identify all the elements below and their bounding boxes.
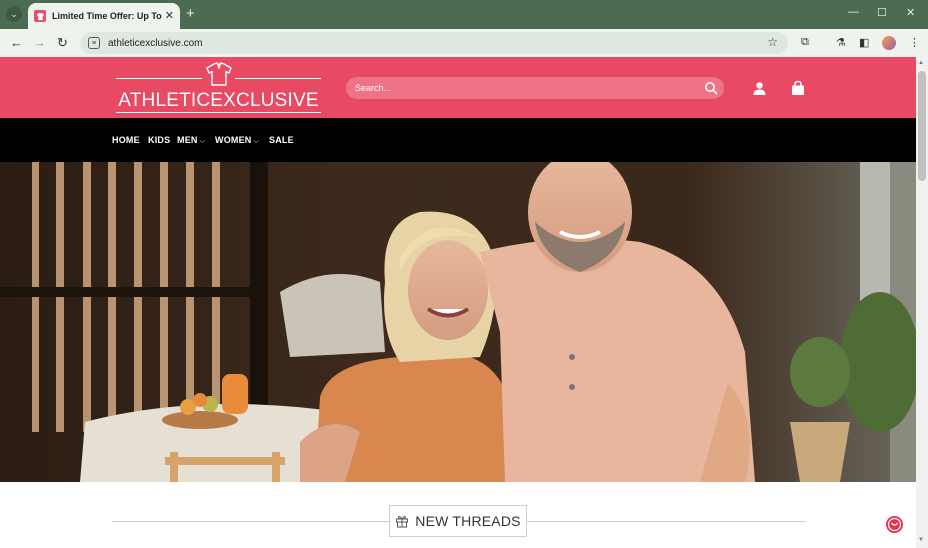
chat-icon[interactable] xyxy=(886,516,903,533)
shirt-icon xyxy=(206,62,232,86)
scroll-up-icon[interactable]: ▲ xyxy=(918,60,924,66)
reload-icon[interactable]: ↻ xyxy=(57,35,68,51)
tab-search-icon[interactable]: ⌄ xyxy=(6,6,22,22)
tab-favicon-icon xyxy=(34,10,46,22)
profile-avatar[interactable] xyxy=(882,36,896,50)
main-nav: HOME KIDS MEN ⌵ WOMEN ⌵ SALE xyxy=(0,118,916,162)
search-input[interactable] xyxy=(353,82,683,94)
scroll-down-icon[interactable]: ▼ xyxy=(918,537,924,543)
site-logo[interactable]: ATHLETICEXCLUSIVE xyxy=(116,62,321,114)
browser-tabbar: ⌄ Limited Time Offer: Up To 64% ✕ + — ☐ … xyxy=(0,0,928,29)
labs-icon[interactable]: ⚗ xyxy=(836,36,846,49)
web-page: ATHLETICEXCLUSIVE HOME KIDS MEN⌵ WOMEN⌵ … xyxy=(0,57,916,548)
section-heading: NEW THREADS xyxy=(0,503,916,543)
browser-toolbar: ← → ↻ ≡ athleticexclusive.com ☆ ⧉ ⚗ ◧ ⋮ xyxy=(0,29,928,57)
gift-icon xyxy=(396,516,409,528)
back-icon[interactable]: ← xyxy=(10,35,23,50)
forward-icon[interactable]: → xyxy=(33,35,46,50)
address-bar[interactable]: ≡ athleticexclusive.com ☆ xyxy=(80,32,788,54)
chevron-down-icon: ⌵ xyxy=(199,138,206,145)
section-title-text: NEW THREADS xyxy=(415,513,521,529)
nav-kids[interactable]: KIDS xyxy=(148,135,170,145)
logo-text: ATHLETICEXCLUSIVE xyxy=(118,90,319,111)
sidepanel-icon[interactable]: ◧ xyxy=(859,36,869,49)
hero-banner-image[interactable] xyxy=(0,162,916,482)
browser-tab[interactable]: Limited Time Offer: Up To 64% ✕ xyxy=(28,3,180,29)
maximize-icon[interactable]: ☐ xyxy=(877,6,887,19)
user-icon[interactable] xyxy=(752,81,767,96)
url-text[interactable]: athleticexclusive.com xyxy=(108,38,202,49)
site-info-icon[interactable]: ≡ xyxy=(88,37,100,49)
page-scrollbar[interactable]: ▲ ▼ xyxy=(916,57,928,548)
hero-photo xyxy=(0,162,916,482)
bag-icon[interactable] xyxy=(790,80,806,96)
nav-men-label: MEN xyxy=(177,135,198,145)
extensions-icon[interactable]: ⧉ xyxy=(801,36,809,49)
nav-men[interactable]: MEN ⌵ xyxy=(177,135,205,146)
nav-sale[interactable]: SALE xyxy=(269,135,294,145)
window-close-icon[interactable]: ✕ xyxy=(906,6,915,19)
nav-women[interactable]: WOMEN ⌵ xyxy=(215,135,259,146)
tab-title: Limited Time Offer: Up To 64% xyxy=(52,11,164,21)
search-icon[interactable] xyxy=(704,81,718,95)
new-tab-button[interactable]: + xyxy=(186,5,195,22)
bookmark-star-icon[interactable]: ☆ xyxy=(767,35,778,49)
scroll-thumb[interactable] xyxy=(918,71,926,181)
nav-home[interactable]: HOME xyxy=(112,135,140,145)
chevron-down-icon: ⌵ xyxy=(253,138,260,145)
search-bar[interactable] xyxy=(346,77,724,99)
site-header: ATHLETICEXCLUSIVE xyxy=(0,57,916,118)
tab-close-icon[interactable]: ✕ xyxy=(165,9,174,22)
minimize-icon[interactable]: — xyxy=(848,6,859,18)
menu-kebab-icon[interactable]: ⋮ xyxy=(909,36,920,49)
nav-women-label: WOMEN xyxy=(215,135,252,145)
new-threads-title[interactable]: NEW THREADS xyxy=(389,505,527,537)
